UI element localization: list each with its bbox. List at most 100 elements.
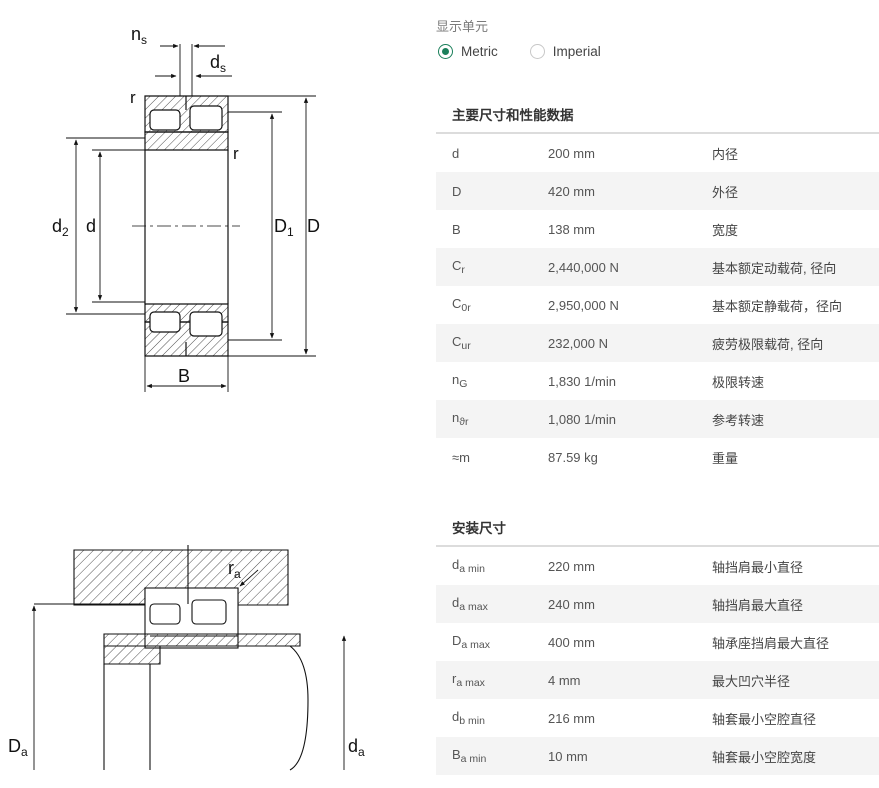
symbol-subscript: a max [461, 639, 490, 651]
description-cell: 轴挡肩最小直径 [712, 559, 804, 575]
description-cell: 重量 [712, 450, 739, 466]
description-cell: 外径 [712, 184, 739, 200]
description-cell: 基本额定动载荷, 径向 [712, 260, 837, 276]
radio-checked-icon[interactable] [438, 44, 453, 59]
main-dimensions-table: d 200 mm 内径 D 420 mm 外径 B 138 mm 宽度 Cr 2,440,000 N… [436, 134, 879, 476]
table-row: da min 220 mm 轴挡肩最小直径 [436, 547, 879, 585]
symbol: ≈m [452, 449, 470, 465]
label-B: B [178, 366, 190, 386]
symbol-cell: C0r [436, 296, 548, 314]
symbol: B [452, 747, 461, 762]
unit-selector: Metric Imperial [438, 44, 601, 59]
section-title-mounting-dimensions: 安装尺寸 [452, 521, 506, 536]
symbol: B [452, 221, 461, 237]
description-cell: 轴套最小空腔直径 [712, 711, 817, 727]
value-cell: 10 mm [548, 748, 588, 764]
table-row: nG 1,830 1/min 极限转速 [436, 362, 879, 400]
label-r-top: r [130, 88, 136, 107]
table-row: ≈m 87.59 kg 重量 [436, 438, 879, 476]
table-row: B 138 mm 宽度 [436, 210, 879, 248]
value-cell: 240 mm [548, 596, 595, 612]
table-row: C0r 2,950,000 N 基本额定静载荷，径向 [436, 286, 879, 324]
description-cell: 宽度 [712, 222, 739, 238]
symbol-subscript: a max [456, 677, 485, 689]
symbol-subscript: G [459, 378, 468, 390]
section-title-main-dimensions: 主要尺寸和性能数据 [452, 108, 574, 123]
value-cell: 200 mm [548, 145, 595, 161]
table-row: Da max 400 mm 轴承座挡肩最大直径 [436, 623, 879, 661]
value-cell: 87.59 kg [548, 449, 598, 465]
description-cell: 内径 [712, 146, 739, 162]
value-cell: 1,080 1/min [548, 411, 616, 427]
value-cell: 2,440,000 N [548, 259, 619, 275]
description-cell: 极限转速 [712, 374, 765, 390]
table-row: ra max 4 mm 最大凹穴半径 [436, 661, 879, 699]
value-cell: 216 mm [548, 710, 595, 726]
table-row: nϑr 1,080 1/min 参考转速 [436, 400, 879, 438]
symbol-cell: nϑr [436, 410, 548, 428]
symbol-cell: Cur [436, 334, 548, 352]
table-row: db min 216 mm 轴套最小空腔直径 [436, 699, 879, 737]
mounting-dimensions-table: da min 220 mm 轴挡肩最小直径 da max 240 mm 轴挡肩最大直径 Da… [436, 547, 879, 775]
mounting-dimensions-drawing: ra Da da [8, 545, 365, 771]
symbol-cell: ≈m [436, 450, 548, 465]
label-d: d [86, 216, 96, 236]
label-D1: D1 [274, 216, 294, 239]
unit-option-label: Imperial [552, 44, 601, 59]
description-cell: 轴套最小空腔宽度 [712, 749, 817, 765]
symbol: D [452, 183, 462, 199]
symbol-cell: Ba min [436, 747, 548, 765]
symbol-cell: db min [436, 709, 548, 727]
symbol-cell: d [436, 146, 548, 161]
value-cell: 420 mm [548, 183, 595, 199]
symbol-cell: nG [436, 372, 548, 390]
symbol-subscript: a min [459, 563, 485, 575]
table-row: Ba min 10 mm 轴套最小空腔宽度 [436, 737, 879, 775]
symbol-cell: B [436, 222, 548, 237]
label-r-right: r [233, 144, 239, 163]
description-cell: 轴挡肩最大直径 [712, 597, 804, 613]
symbol-cell: D [436, 184, 548, 199]
symbol: C [452, 296, 462, 311]
description-cell: 最大凹穴半径 [712, 673, 791, 689]
value-cell: 400 mm [548, 634, 595, 650]
symbol-cell: da min [436, 557, 548, 575]
label-da: da [348, 736, 365, 759]
symbol-cell: da max [436, 595, 548, 613]
symbol-cell: Cr [436, 258, 548, 276]
description-cell: 疲劳极限载荷, 径向 [712, 336, 824, 352]
table-row: D 420 mm 外径 [436, 172, 879, 210]
value-cell: 1,830 1/min [548, 373, 616, 389]
symbol-subscript: a min [460, 753, 487, 765]
value-cell: 2,950,000 N [548, 297, 619, 313]
unit-option-metric[interactable]: Metric [438, 44, 498, 59]
label-ns: ns [131, 24, 147, 47]
symbol: d [452, 145, 460, 161]
unit-option-imperial[interactable]: Imperial [529, 44, 601, 59]
table-row: d 200 mm 内径 [436, 134, 879, 172]
symbol-subscript: a max [459, 601, 488, 613]
description-cell: 参考转速 [712, 412, 765, 428]
radio-unchecked-icon[interactable] [529, 44, 545, 59]
symbol-cell: Da max [436, 633, 548, 651]
description-cell: 轴承座挡肩最大直径 [712, 635, 830, 651]
symbol: C [452, 334, 462, 349]
value-cell: 220 mm [548, 558, 595, 574]
label-Da: Da [8, 736, 28, 759]
value-cell: 138 mm [548, 221, 595, 237]
symbol-subscript: b min [459, 715, 485, 727]
unit-option-label: Metric [461, 44, 498, 59]
value-cell: 232,000 N [548, 335, 608, 351]
value-cell: 4 mm [548, 672, 581, 688]
label-d2: d2 [52, 216, 69, 239]
symbol-subscript: ϑr [459, 416, 469, 428]
symbol: D [452, 633, 462, 648]
table-row: Cr 2,440,000 N 基本额定动载荷, 径向 [436, 248, 879, 286]
unit-selector-label: 显示单元 [436, 19, 489, 34]
label-ds: ds [210, 52, 226, 75]
symbol-subscript: ur [461, 340, 471, 352]
symbol-subscript: r [461, 264, 465, 276]
symbol-subscript: 0r [461, 302, 471, 314]
table-row: Cur 232,000 N 疲劳极限载荷, 径向 [436, 324, 879, 362]
symbol: C [452, 258, 462, 273]
